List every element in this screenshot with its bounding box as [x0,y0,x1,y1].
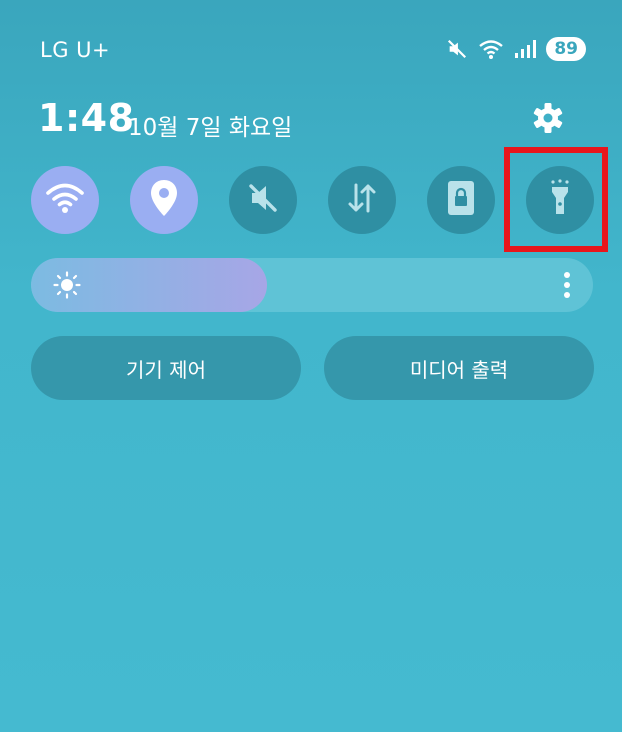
status-icons: 89 [446,37,586,61]
clock-date: 10월 7일 화요일 [128,115,293,141]
tile-wifi[interactable] [31,166,99,234]
tile-sound[interactable] [229,166,297,234]
tile-location[interactable] [130,166,198,234]
sun-icon [53,271,81,303]
status-bar: LG U+ 89 [0,0,622,100]
more-options-icon[interactable] [563,271,571,303]
signal-icon [514,39,537,59]
portrait-lock-icon [446,180,476,220]
clock-time: 1:48 [38,96,135,140]
wifi-icon [45,181,85,219]
flashlight-icon [545,179,575,221]
device-control-button[interactable]: 기기 제어 [31,336,301,400]
wifi-icon [478,38,504,60]
settings-gear-icon[interactable] [530,100,566,136]
quick-tiles-row [31,166,595,236]
location-pin-icon [149,179,179,221]
brightness-slider[interactable] [31,258,593,312]
data-arrows-icon [345,181,379,219]
mute-icon [446,38,468,60]
tile-rotation-lock[interactable] [427,166,495,234]
tile-mobile-data[interactable] [328,166,396,234]
carrier-name: LG U+ [40,38,111,62]
tile-flashlight[interactable] [526,166,594,234]
mute-icon [246,181,280,219]
media-output-button[interactable]: 미디어 출력 [324,336,594,400]
battery-badge: 89 [546,37,586,61]
